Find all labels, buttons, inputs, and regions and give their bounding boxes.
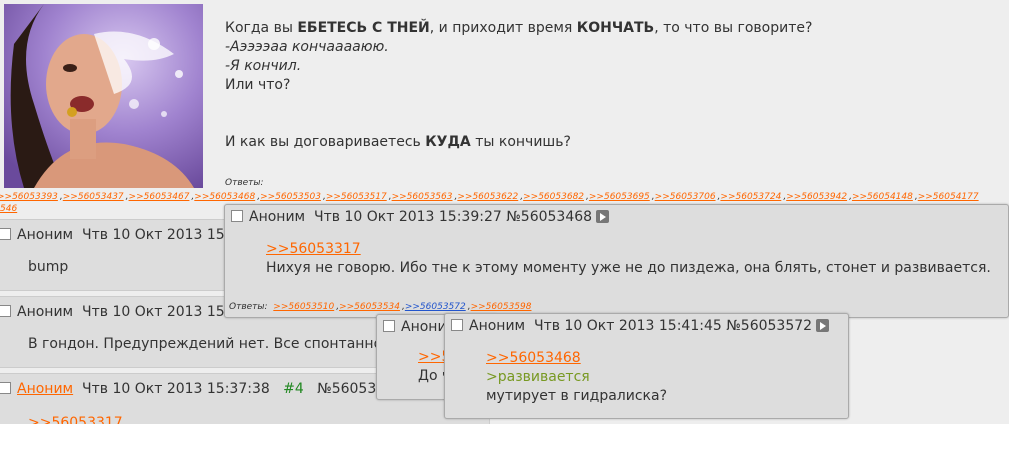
post-header: Аноним Чтв 10 Окт 2013 15:37:38 #4 №5605… (0, 381, 376, 397)
reply-link-visited[interactable]: >>56053572 (405, 302, 466, 312)
op-reply-link[interactable]: >>56053467 (129, 192, 190, 202)
post-date: Чтв 10 Окт 2013 15: (82, 227, 230, 243)
popup-text: мутирует в гидралиска? (486, 388, 668, 404)
op-line-2: -Аээээаа кончааааюю. (225, 39, 389, 55)
post-header: Аноним Чтв 10 Окт 2013 15: (0, 227, 229, 243)
op-line-5: И как вы договариваетесь КУДА ты кончишь… (225, 134, 571, 150)
op-reply-link[interactable]: >>56053682 (523, 192, 584, 202)
post-id[interactable]: №56053572 (726, 318, 812, 334)
popup-reply-link[interactable]: >>56053468 (486, 349, 581, 368)
popup-replies: Ответы: >>56053510 ,>>56053534 ,>>56053572… (229, 302, 532, 312)
post-date: Чтв 10 Окт 2013 15:37:38 (82, 381, 270, 397)
op-reply-link[interactable]: >>56053695 (589, 192, 650, 202)
post-checkbox[interactable] (0, 382, 11, 394)
op-reply-link[interactable]: >>56053563 (392, 192, 453, 202)
popup-header: Анони (383, 319, 447, 335)
reply-link[interactable]: >>56053534 (339, 302, 400, 312)
post-preview-popup-3: Аноним Чтв 10 Окт 2013 15:41:45 №5605357… (444, 313, 849, 419)
op-replies-list: >>56053393 ,>>56053437 ,>>56053467 ,>>56053… (0, 192, 981, 202)
op-image[interactable] (4, 4, 203, 188)
op-image-art (4, 4, 203, 188)
poster-name: Аноним (17, 304, 74, 320)
op-line-3: -Я кончил. (225, 58, 302, 74)
reply-link[interactable]: >>56053598 (471, 302, 532, 312)
post-date: Чтв 10 Окт 2013 15:41:45 (534, 318, 722, 334)
post-date: Чтв 10 Окт 2013 15:39:27 (314, 209, 502, 225)
op-reply-link[interactable]: >>56053393 (0, 192, 58, 202)
reply-link[interactable]: >>56053510 (273, 302, 334, 312)
poster-name: Аноним (469, 318, 526, 334)
popup-text: Нихуя не говорю. Ибо тне к этому моменту… (266, 260, 991, 276)
post-number[interactable]: #4 (283, 381, 304, 397)
poster-name: Аноним (17, 227, 74, 243)
post-header: Аноним Чтв 10 Окт 2013 15: (0, 304, 229, 320)
post-checkbox[interactable] (0, 305, 11, 317)
op-reply-link[interactable]: >>56053724 (720, 192, 781, 202)
op-reply-link[interactable]: >>56053503 (260, 192, 321, 202)
popup-reply-link[interactable]: >>56053317 (266, 240, 361, 259)
popup-header: Аноним Чтв 10 Окт 2013 15:41:45 №5605357… (451, 318, 830, 334)
op-line-4: Или что? (225, 77, 291, 93)
op-line-1: Когда вы ЕБЕТЕСЬ С ТНЕЙ, и приходит врем… (225, 20, 813, 36)
op-reply-link[interactable]: >>56053942 (786, 192, 847, 202)
poster-name: Аноним (249, 209, 306, 225)
post-text: bump (28, 259, 69, 275)
op-message: Когда вы ЕБЕТЕСЬ С ТНЕЙ, и приходит врем… (225, 19, 812, 152)
op-replies-label: Ответы: (225, 178, 264, 188)
popup-header: Аноним Чтв 10 Окт 2013 15:39:27 №5605346… (231, 209, 610, 225)
op-reply-link[interactable]: >>56053468 (194, 192, 255, 202)
post-preview-popup-1: Аноним Чтв 10 Окт 2013 15:39:27 №5605346… (224, 204, 1009, 318)
op-reply-link[interactable]: >>56054177 (918, 192, 979, 202)
post-id[interactable]: №56053 (317, 381, 376, 397)
post-checkbox[interactable] (0, 228, 11, 240)
page-bottom-area (0, 424, 1009, 460)
op-reply-link[interactable]: >>56054148 (852, 192, 913, 202)
poster-name: Анони (401, 319, 447, 335)
expand-arrow-icon[interactable] (816, 319, 830, 332)
post-id[interactable]: №56053468 (506, 209, 592, 225)
post-date: Чтв 10 Окт 2013 15: (82, 304, 230, 320)
post-checkbox[interactable] (231, 210, 243, 222)
post-checkbox[interactable] (383, 320, 395, 332)
op-replies-tail: 546 (0, 204, 19, 214)
post-checkbox[interactable] (451, 319, 463, 331)
op-reply-link[interactable]: >>56053622 (457, 192, 518, 202)
popup-greentext: >развивается (486, 369, 590, 385)
expand-arrow-icon[interactable] (596, 210, 610, 223)
op-reply-link[interactable]: >>56053437 (63, 192, 124, 202)
op-reply-link-tail[interactable]: 546 (0, 204, 17, 214)
post-text: В гондон. Предупреждений нет. Все спонта… (28, 336, 383, 352)
poster-name-link[interactable]: Аноним (17, 381, 73, 397)
op-reply-link[interactable]: >>56053517 (326, 192, 387, 202)
op-reply-link[interactable]: >>56053706 (655, 192, 716, 202)
